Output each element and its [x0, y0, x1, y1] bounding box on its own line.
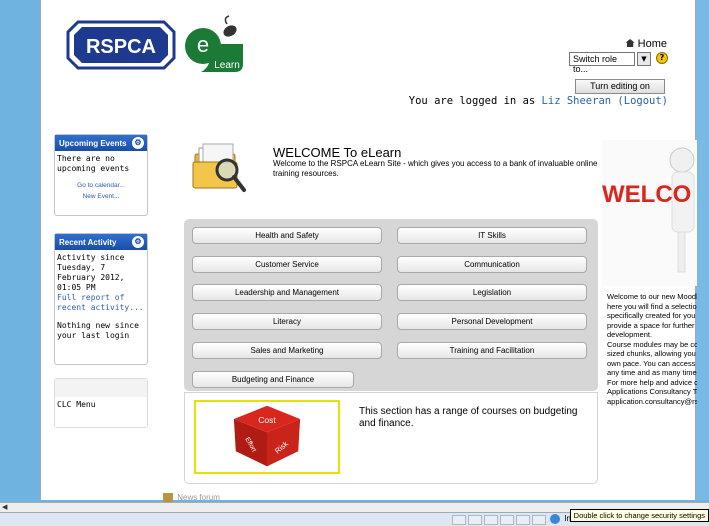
activity-since-text: Activity since Tuesday, 7 February 2012,…: [57, 253, 125, 292]
user-name-link[interactable]: Liz Sheeran: [542, 95, 612, 107]
category-legislation[interactable]: Legislation: [397, 284, 587, 301]
side-text-line: own pace. You can access an: [607, 358, 697, 368]
category-health-and-safety[interactable]: Health and Safety: [192, 227, 382, 244]
side-text-line: For more help and advice cont: [607, 377, 697, 387]
upcoming-events-title: Upcoming Events: [59, 139, 127, 148]
recent-activity-header: Recent Activity ⚙: [55, 234, 147, 250]
block-settings-icon[interactable]: ⚙: [132, 236, 144, 248]
dice-image: Cost Effort Risk: [233, 405, 301, 467]
rspca-logo[interactable]: RSPCA: [66, 20, 176, 70]
rspca-logo-text: RSPCA: [86, 36, 156, 58]
globe-icon: [550, 514, 560, 524]
upcoming-events-text: There are no upcoming events: [57, 154, 130, 173]
recent-activity-body: Activity since Tuesday, 7 February 2012,…: [55, 250, 147, 344]
category-budgeting-and-finance[interactable]: Budgeting and Finance: [192, 371, 354, 388]
welcome-image-text: WELCO: [602, 181, 691, 208]
page-content: RSPCA e Learn Home Switch role to... ▼ ?…: [40, 0, 697, 503]
clc-menu-label[interactable]: CLC Menu: [55, 397, 147, 413]
welcome-title: WELCOME To eLearn: [273, 145, 402, 160]
go-to-calendar-link[interactable]: Go to calendar...: [57, 180, 145, 191]
welcome-figure-image: WELCO: [602, 140, 697, 286]
status-pane: [500, 515, 514, 525]
home-icon: [625, 39, 635, 47]
category-literacy[interactable]: Literacy: [192, 313, 382, 330]
page-margin-left: [0, 0, 40, 500]
turn-editing-on-button[interactable]: Turn editing on: [575, 79, 665, 94]
home-link[interactable]: Home: [625, 38, 667, 50]
side-text-line: Welcome to our new Moodle e: [607, 292, 697, 301]
welcome-side-text: Welcome to our new Moodle e here you wil…: [607, 292, 697, 406]
chevron-down-icon[interactable]: ▼: [637, 52, 651, 66]
elearn-logo-letter: e: [197, 32, 209, 57]
login-info: You are logged in as Liz Sheeran (Logout…: [409, 95, 668, 107]
recent-activity-title: Recent Activity: [59, 238, 117, 247]
side-text-line: here you will find a selection o: [607, 301, 697, 311]
category-sales-and-marketing[interactable]: Sales and Marketing: [192, 342, 382, 359]
status-pane: [484, 515, 498, 525]
scroll-left-icon[interactable]: ◀: [2, 503, 7, 511]
recent-activity-block: Recent Activity ⚙ Activity since Tuesday…: [54, 233, 148, 365]
side-text-line: application.consultancy@rspc: [607, 396, 697, 406]
clc-menu-header: [55, 379, 147, 397]
vertical-scrollbar[interactable]: [696, 0, 709, 500]
side-text-line: any time and as many times a: [607, 368, 697, 377]
switch-role-select[interactable]: Switch role to...: [569, 52, 635, 74]
dice-word-cost: Cost: [258, 415, 276, 425]
block-settings-icon[interactable]: ⚙: [132, 137, 144, 149]
folder-magnifier-icon: [192, 143, 246, 192]
home-label: Home: [637, 38, 667, 50]
side-text-line: development.: [607, 330, 653, 339]
status-pane: [452, 515, 466, 525]
status-pane: [468, 515, 482, 525]
full-report-link[interactable]: Full report of recent activity...: [57, 293, 145, 313]
category-panel: Health and Safety IT Skills Customer Ser…: [184, 219, 598, 391]
side-text-line: sized chunks, allowing you to: [607, 349, 697, 358]
status-pane: [532, 515, 546, 525]
side-text-line: Applications Consultancy Tea: [607, 387, 697, 396]
help-icon[interactable]: ?: [656, 52, 668, 64]
clc-menu-block: CLC Menu: [54, 378, 148, 428]
nothing-new-text: Nothing new since your last login: [57, 321, 139, 340]
upcoming-events-block: Upcoming Events ⚙ There are no upcoming …: [54, 134, 148, 216]
budgeting-info-text: This section has a range of courses on b…: [359, 406, 578, 429]
side-text-line: specifically created for you (RS: [607, 311, 697, 320]
budgeting-image-box: Cost Effort Risk: [194, 400, 340, 474]
browser-window: RSPCA e Learn Home Switch role to... ▼ ?…: [0, 0, 709, 526]
category-it-skills[interactable]: IT Skills: [397, 227, 587, 244]
news-forum-link[interactable]: News forum: [163, 493, 220, 503]
elearn-logo[interactable]: e Learn: [183, 14, 245, 74]
category-leadership-and-management[interactable]: Leadership and Management: [192, 284, 382, 301]
status-pane: [516, 515, 530, 525]
category-customer-service[interactable]: Customer Service: [192, 256, 382, 273]
side-text-line: Course modules may be comp: [607, 339, 697, 349]
category-training-and-facilitation[interactable]: Training and Facilitation: [397, 342, 587, 359]
category-communication[interactable]: Communication: [397, 256, 587, 273]
welcome-text: Welcome to the RSPCA eLearn Site - which…: [273, 159, 598, 178]
category-personal-development[interactable]: Personal Development: [397, 313, 587, 330]
login-prefix: You are logged in as: [408, 95, 536, 107]
tooltip: Double click to change security settings: [569, 509, 709, 522]
new-event-link[interactable]: New Event...: [57, 191, 145, 202]
upcoming-events-body: There are no upcoming events Go to calen…: [55, 151, 147, 205]
elearn-logo-sub: Learn: [214, 60, 240, 71]
logout-link[interactable]: (Logout): [617, 95, 668, 107]
upcoming-events-header: Upcoming Events ⚙: [55, 135, 147, 151]
side-text-line: provide a space for further lea: [607, 320, 697, 330]
news-forum-label: News forum: [177, 493, 220, 502]
